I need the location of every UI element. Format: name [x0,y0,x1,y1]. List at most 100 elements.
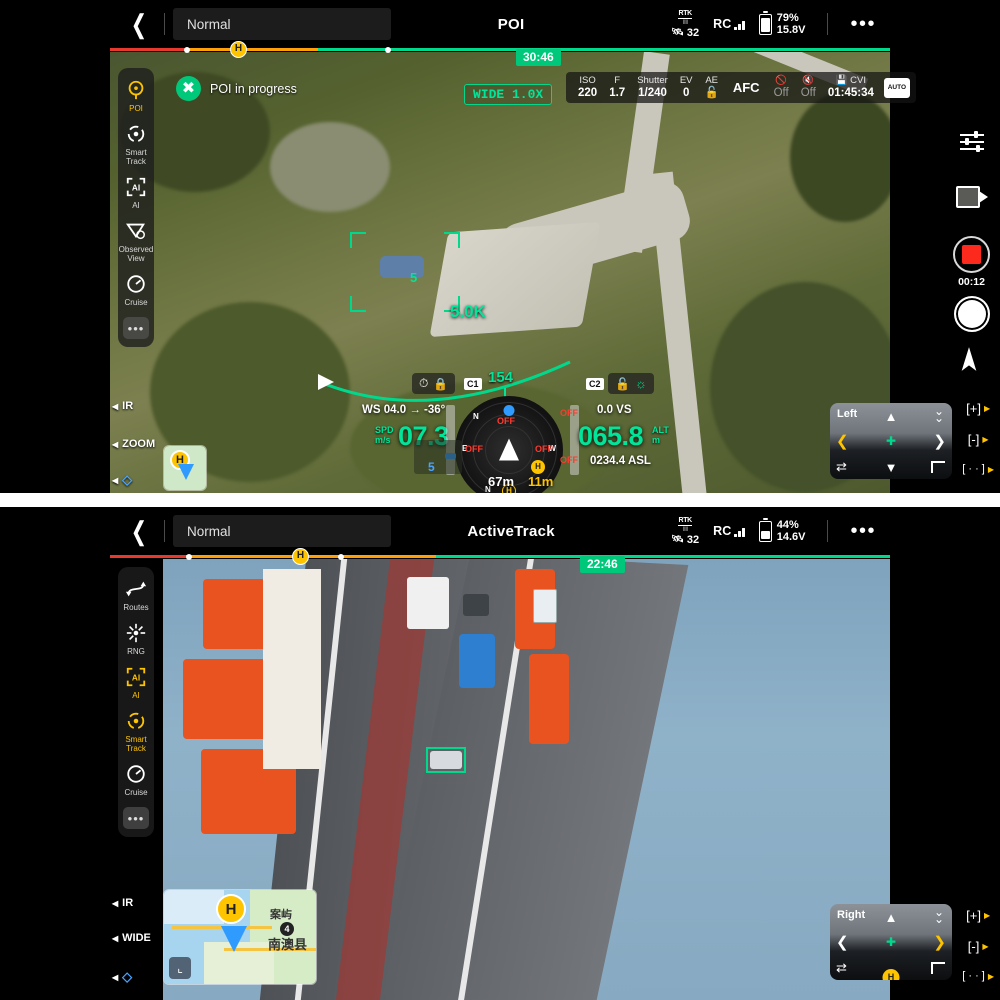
lens-button-ir[interactable]: ◀ IR [112,400,133,412]
flight-timeline[interactable]: H 30:46 [110,41,890,66]
sidebar-item-ai[interactable]: AI AI [118,175,154,210]
top-status-bar: ❮ Normal POI RTK IIII 🛰 32 RC 79% 15.8V … [110,0,890,48]
hud-right-badge[interactable]: 🔓 ☼ [608,373,654,394]
ev-setting[interactable]: EV 0 [674,75,699,100]
triangle-right-icon: ▶ [983,911,991,920]
timeline-segment-red [110,555,186,558]
more-options-button[interactable]: ••• [850,14,876,34]
video-camera-icon[interactable] [955,186,988,208]
gimbal-preview-panel[interactable]: Right ▲ ⌄ ⌄ ❮ ❯ ✚ ⇄ H [830,904,952,980]
battery-status[interactable]: 79% 15.8V [758,10,805,36]
aperture-setting[interactable]: F 1.7 [603,75,631,100]
sidebar-item-cruise[interactable]: Cruise [118,762,154,797]
more-options-button[interactable]: ••• [850,521,876,541]
top-status-bar: ❮ Normal ActiveTrack RTK IIII 🛰 32 RC 44… [110,507,890,555]
auto-mode-badge[interactable]: AUTO [883,77,910,98]
sidebar-item-smart-track[interactable]: Smart Track [118,709,154,753]
home-marker[interactable]: H [230,41,247,58]
gimbal-swap-button[interactable]: ⇄ [836,459,847,475]
rc-signal[interactable]: RC [713,524,745,538]
shutter-setting[interactable]: Shutter 1/240 [631,75,674,100]
expand-icon[interactable]: ⌞ [169,957,191,979]
lens-label-ir: IR [122,400,134,412]
minimap-thumbnail[interactable]: H [163,445,207,491]
flight-timeline[interactable]: H 22:46 [110,548,890,573]
home-marker[interactable]: H [292,548,309,565]
flash-setting[interactable]: 🚫 Off [768,75,795,100]
lens-button-more[interactable]: ◀ ◇ [112,472,132,488]
gimbal-preview-panel[interactable]: Left ▲ ⌄ ⌄ ❮ ❯ ✚ ▼ ⇄ [830,403,952,479]
gimbal-right-button[interactable]: ❯ [933,933,946,951]
chevron-left-icon: ❮ [130,9,148,39]
more-dots-button[interactable]: [ · · ] ▶ [962,970,994,982]
record-button[interactable] [953,236,990,273]
rc-signal[interactable]: RC [713,17,745,31]
sidebar-item-rng[interactable]: RNG [118,621,154,656]
sidebar-more-button[interactable]: ••• [123,317,149,339]
camera-settings-bar[interactable]: ISO 220 F 1.7 Shutter 1/240 EV 0 AE 🔓 AF… [566,72,916,103]
lens-button-zoom[interactable]: ◀ ZOOM [112,438,155,450]
c1-chip[interactable]: C1 [464,374,482,392]
gimbal-left-button[interactable]: ❮ [836,933,849,951]
sidebar-label-observed-view: Observed View [118,245,154,263]
tracked-vehicle [430,751,462,769]
sidebar-more-button[interactable]: ••• [123,807,149,829]
sidebar-item-smart-track[interactable]: Smart Track [118,122,154,166]
rtk-status[interactable]: RTK IIII 🛰 32 [671,517,699,546]
gimbal-collapse-button[interactable]: ⌄ ⌄ [934,906,944,925]
more-dots-button[interactable]: [ · · ] ▶ [962,463,994,475]
sidebar-label-cruise: Cruise [124,788,148,797]
back-button[interactable]: ❮ [122,11,156,37]
flash-value: Off [773,87,789,99]
bus [459,634,495,688]
sidebar-item-poi[interactable]: POI [118,78,154,113]
gimbal-down-button[interactable]: ▼ [885,460,898,475]
gimbal-expand-button[interactable] [931,461,945,473]
lens-button-ir[interactable]: ◀ IR [112,897,133,909]
battery-status[interactable]: 44% 14.6V [758,517,805,543]
speed-label: SPD m/s [375,425,394,445]
ae-lock-setting[interactable]: AE 🔓 [699,75,725,100]
gimbal-expand-button[interactable] [931,962,945,974]
minimap[interactable]: H 4 案屿 南澳县 ⌞ [163,889,317,985]
back-button[interactable]: ❮ [122,518,156,544]
hud-left-badge[interactable]: ⏱ 🔒 [412,373,456,394]
storage-setting[interactable]: 💾 CVI 01:45:34 [822,75,880,100]
focus-mode[interactable]: AFC [725,75,768,100]
lens-button-more[interactable]: ◀ ◇ [112,969,132,985]
gimbal-up-button[interactable]: ▲ [885,409,898,424]
rock-face [270,122,390,212]
distance-home: 67m [488,474,515,489]
sidebar-item-routes[interactable]: Routes [118,577,154,612]
shutter-button[interactable] [953,296,990,332]
sliders-icon[interactable] [959,131,984,153]
tracked-vehicle-box[interactable] [426,747,466,773]
battery-percent: 79% [776,12,799,24]
zoom-in-button[interactable]: [+] ▶ [966,908,990,923]
close-icon[interactable]: ✖ [176,76,201,101]
gimbal-right-button[interactable]: ❯ [933,432,946,450]
sidebar-item-ai[interactable]: AI AI [118,665,154,700]
gimbal-up-button[interactable]: ▲ [885,910,898,925]
divider [827,520,829,542]
iso-setting[interactable]: ISO 220 [572,75,603,100]
gimbal-left-button[interactable]: ❮ [836,432,849,450]
shutter-label: Shutter [637,75,668,86]
rtk-status[interactable]: RTK IIII 🛰 32 [671,10,699,39]
sidebar-item-observed-view[interactable]: Observed View [118,219,154,263]
c2-chip[interactable]: C2 [586,374,604,392]
cruise-icon [124,762,148,786]
zoom-out-button[interactable]: [-] ▶ [968,939,989,954]
zoom-out-button[interactable]: [-] ▶ [968,432,989,447]
mic-setting[interactable]: 🔇 Off [795,75,822,100]
sidebar-label-ai: AI [132,691,140,700]
page-title: ActiveTrack [467,522,555,540]
lens-button-wide[interactable]: ◀ WIDE [112,932,151,944]
gimbal-swap-button[interactable]: ⇄ [836,960,847,976]
gimbal-collapse-button[interactable]: ⌄ ⌄ [934,405,944,424]
timeline-segment-green [436,555,890,558]
gimbal-home-marker[interactable]: H [882,969,900,980]
sidebar-item-cruise[interactable]: Cruise [118,272,154,307]
zoom-in-button[interactable]: [+] ▶ [966,401,990,416]
routes-icon [124,577,148,601]
